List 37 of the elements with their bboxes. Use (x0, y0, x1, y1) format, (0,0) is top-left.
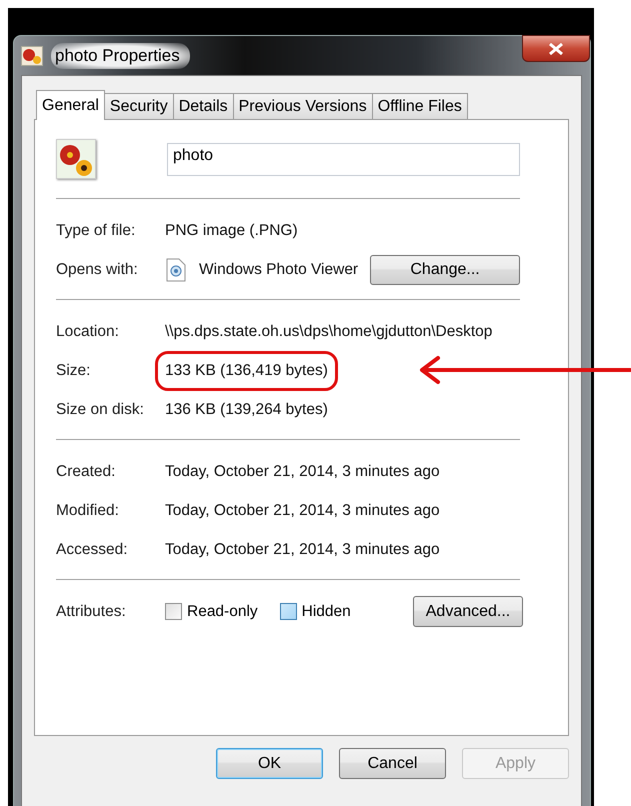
field-label: Created: (56, 462, 116, 480)
advanced-button[interactable]: Advanced... (413, 596, 523, 627)
checkbox-label: Hidden (302, 602, 351, 620)
checkbox[interactable] (165, 603, 182, 620)
field-value: Today, October 21, 2014, 3 minutes ago (165, 502, 440, 520)
field-label: Size: (56, 362, 92, 380)
field-value: \\ps.dps.state.oh.us\dps\home\gjdutton\Desktop (165, 322, 492, 340)
field-value: 133 KB (136,419 bytes) (158, 354, 335, 388)
file-name-field[interactable]: photo (167, 142, 520, 176)
checkbox-label: Read-only (187, 602, 258, 620)
field-label: Type of file: (56, 222, 136, 240)
field-label: Size on disk: (56, 400, 145, 418)
field-label: Location: (56, 322, 120, 340)
close-button[interactable] (522, 35, 590, 62)
change-button[interactable]: Change... (370, 254, 520, 284)
tab[interactable]: Security (104, 93, 174, 119)
document-icon (165, 258, 187, 282)
dialog-button[interactable]: Cancel (339, 748, 446, 779)
field-value: 136 KB (139,264 bytes) (165, 400, 328, 418)
tab[interactable]: Offline Files (372, 93, 468, 119)
image-file-icon (21, 46, 43, 66)
checkbox[interactable] (280, 603, 297, 620)
tab[interactable]: Previous Versions (232, 93, 373, 119)
flower-icon (56, 139, 96, 179)
field-value: Today, October 21, 2014, 3 minutes ago (165, 540, 440, 558)
close-icon (548, 42, 564, 54)
dialog-button[interactable]: OK (216, 748, 323, 779)
field-label: Opens with: (56, 260, 139, 278)
field-value: Windows Photo Viewer (199, 260, 358, 278)
field-value: Today, October 21, 2014, 3 minutes ago (165, 462, 440, 480)
window-title: photo Properties (51, 42, 190, 68)
field-value: PNG image (.PNG) (165, 222, 298, 240)
tab[interactable]: General (36, 90, 105, 120)
field-label: Modified: (56, 502, 120, 520)
tab[interactable]: Details (172, 93, 234, 119)
field-label: Attributes: (56, 602, 127, 620)
field-label: Accessed: (56, 540, 129, 558)
